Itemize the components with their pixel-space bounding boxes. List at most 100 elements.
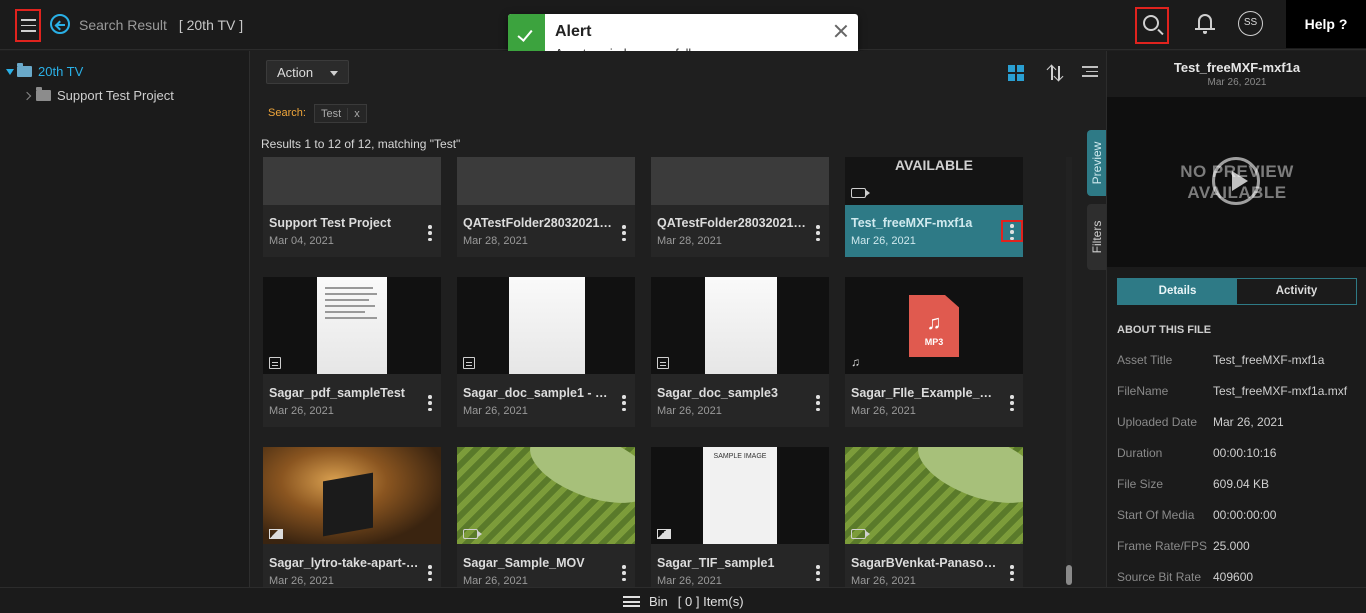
scrollbar-thumb[interactable] (1066, 565, 1072, 585)
more-options-button[interactable] (1001, 220, 1023, 242)
tab-filters[interactable]: Filters (1087, 204, 1107, 270)
more-options-icon[interactable] (816, 225, 820, 241)
preview-player[interactable]: NO PREVIEW AVAILABLE (1107, 97, 1366, 267)
help-button[interactable]: Help ? (1286, 0, 1366, 48)
clear-search-button[interactable]: x (347, 107, 366, 120)
asset-card-selected[interactable]: AVAILABLE Test_freeMXF-mxf1a Mar 26, 202… (845, 157, 1023, 257)
more-options-icon[interactable] (1010, 395, 1014, 411)
image-icon (657, 529, 671, 539)
card-name[interactable]: Sagar_doc_sample3 (657, 386, 807, 400)
asset-card[interactable]: Support Test Project Mar 04, 2021 (263, 157, 441, 257)
folder-icon (17, 63, 32, 77)
more-options-icon[interactable] (816, 395, 820, 411)
card-name[interactable]: Sagar_lytro-take-apart-i2... (269, 556, 419, 570)
card-date: Mar 26, 2021 (657, 575, 722, 587)
more-options-icon[interactable] (428, 225, 432, 241)
tree-item-label[interactable]: Support Test Project (57, 88, 174, 103)
property-key: FileName (1117, 384, 1169, 398)
more-options-icon[interactable] (1010, 565, 1014, 581)
property-value: 25.000 (1213, 539, 1250, 553)
audio-icon: ♫ (851, 355, 860, 369)
grid-scrollbar[interactable] (1066, 157, 1072, 585)
tab-preview-label[interactable]: Preview (1090, 123, 1104, 203)
card-date: Mar 26, 2021 (657, 405, 722, 417)
asset-card[interactable]: ♫ MP3 ♫ Sagar_FIle_Example_WA... Mar 26,… (845, 277, 1023, 427)
more-options-icon[interactable] (816, 565, 820, 581)
asset-card[interactable]: Sagar_Sample_MOV Mar 26, 2021 (457, 447, 635, 587)
card-name[interactable]: QATestFolder28032021 ... (463, 216, 613, 230)
card-meta: Sagar_doc_sample3 Mar 26, 2021 (651, 375, 829, 427)
play-icon[interactable] (1212, 157, 1260, 205)
bin-menu-icon[interactable] (623, 596, 640, 607)
more-options-icon[interactable] (428, 565, 432, 581)
card-name[interactable]: Sagar_Sample_MOV (463, 556, 613, 570)
card-name[interactable]: Sagar_pdf_sampleTest (269, 386, 419, 400)
thumbnail (457, 447, 635, 544)
bin-bar: Bin [ 0 ] Item(s) (0, 587, 1366, 613)
asset-grid: Support Test Project Mar 04, 2021 QATest… (263, 157, 1033, 587)
tab-activity[interactable]: Activity (1237, 279, 1356, 304)
property-value: 00:00:10:16 (1213, 446, 1277, 460)
thumbnail-overlay-text: SAMPLE IMAGE (713, 453, 767, 460)
details-title: Test_freeMXF-mxf1a (1173, 60, 1301, 75)
asset-card[interactable]: Sagar_pdf_sampleTest Mar 26, 2021 (263, 277, 441, 427)
asset-card[interactable]: QATestFolder28032021 ... Mar 28, 2021 (651, 157, 829, 257)
menu-icon[interactable] (15, 9, 41, 42)
card-meta: Sagar_pdf_sampleTest Mar 26, 2021 (263, 375, 441, 427)
card-name[interactable]: Support Test Project (269, 216, 419, 230)
more-options-icon[interactable] (622, 565, 626, 581)
music-note-icon: ♫ (926, 312, 942, 334)
document-preview (705, 277, 777, 374)
tree-item-label[interactable]: 20th TV (38, 64, 83, 79)
asset-card[interactable]: SagarBVenkat-Panasoni... Mar 26, 2021 (845, 447, 1023, 587)
asset-card[interactable]: Sagar_doc_sample3 Mar 26, 2021 (651, 277, 829, 427)
document-preview (317, 277, 387, 374)
close-icon[interactable] (833, 23, 849, 39)
card-name[interactable]: Sagar_TIF_sample1 (657, 556, 807, 570)
tab-details[interactable]: Details (1118, 279, 1237, 304)
tab-filters-label[interactable]: Filters (1090, 197, 1104, 277)
more-options-icon[interactable] (1010, 224, 1014, 240)
card-date: Mar 26, 2021 (851, 235, 916, 247)
thumbnail (263, 157, 441, 205)
card-meta: Sagar_doc_sample1 - Co... Mar 26, 2021 (457, 375, 635, 427)
card-name[interactable]: Test_freeMXF-mxf1a (851, 216, 1001, 230)
avatar[interactable]: SS (1238, 11, 1263, 36)
asset-card[interactable]: Sagar_doc_sample1 - Co... Mar 26, 2021 (457, 277, 635, 427)
card-name[interactable]: SagarBVenkat-Panasoni... (851, 556, 1001, 570)
list-view-icon[interactable] (1082, 66, 1098, 80)
search-icon[interactable] (1135, 7, 1169, 44)
details-date: Mar 26, 2021 (1207, 77, 1267, 88)
asset-card[interactable]: SAMPLE IMAGE Sagar_TIF_sample1 Mar 26, 2… (651, 447, 829, 587)
property-value: 00:00:00:00 (1213, 508, 1277, 522)
tab-preview[interactable]: Preview (1087, 130, 1107, 196)
tree-item-child[interactable]: Support Test Project (22, 87, 174, 103)
card-name[interactable]: Sagar_FIle_Example_WA... (851, 386, 1001, 400)
video-preview (845, 447, 1023, 544)
caret-down-icon[interactable] (6, 68, 14, 75)
caret-right-icon[interactable] (22, 91, 32, 100)
sort-icon[interactable] (1046, 63, 1064, 83)
breadcrumb-label[interactable]: Search Result (79, 17, 167, 33)
bin-label[interactable]: Bin (649, 594, 668, 609)
card-meta: QATestFolder28032021 ... Mar 28, 2021 (457, 205, 635, 257)
tree-item-root[interactable]: 20th TV (6, 63, 83, 79)
bell-icon[interactable] (1195, 12, 1215, 34)
video-preview (457, 447, 635, 544)
card-meta: Support Test Project Mar 04, 2021 (263, 205, 441, 257)
asset-card[interactable]: Sagar_lytro-take-apart-i2... Mar 26, 202… (263, 447, 441, 587)
card-name[interactable]: QATestFolder28032021 ... (657, 216, 807, 230)
document-icon (463, 357, 475, 369)
bin-toggle[interactable]: Bin [ 0 ] Item(s) (623, 594, 744, 609)
card-name[interactable]: Sagar_doc_sample1 - Co... (463, 386, 613, 400)
asset-card[interactable]: QATestFolder28032021 ... Mar 28, 2021 (457, 157, 635, 257)
thumbnail: SAMPLE IMAGE (651, 447, 829, 544)
card-date: Mar 26, 2021 (463, 575, 528, 587)
more-options-icon[interactable] (428, 395, 432, 411)
grid-view-icon[interactable] (1008, 65, 1024, 81)
action-dropdown[interactable]: Action (266, 60, 349, 84)
back-arrow-icon[interactable] (50, 14, 70, 34)
more-options-icon[interactable] (622, 225, 626, 241)
more-options-icon[interactable] (622, 395, 626, 411)
thumbnail: AVAILABLE (845, 157, 1023, 205)
